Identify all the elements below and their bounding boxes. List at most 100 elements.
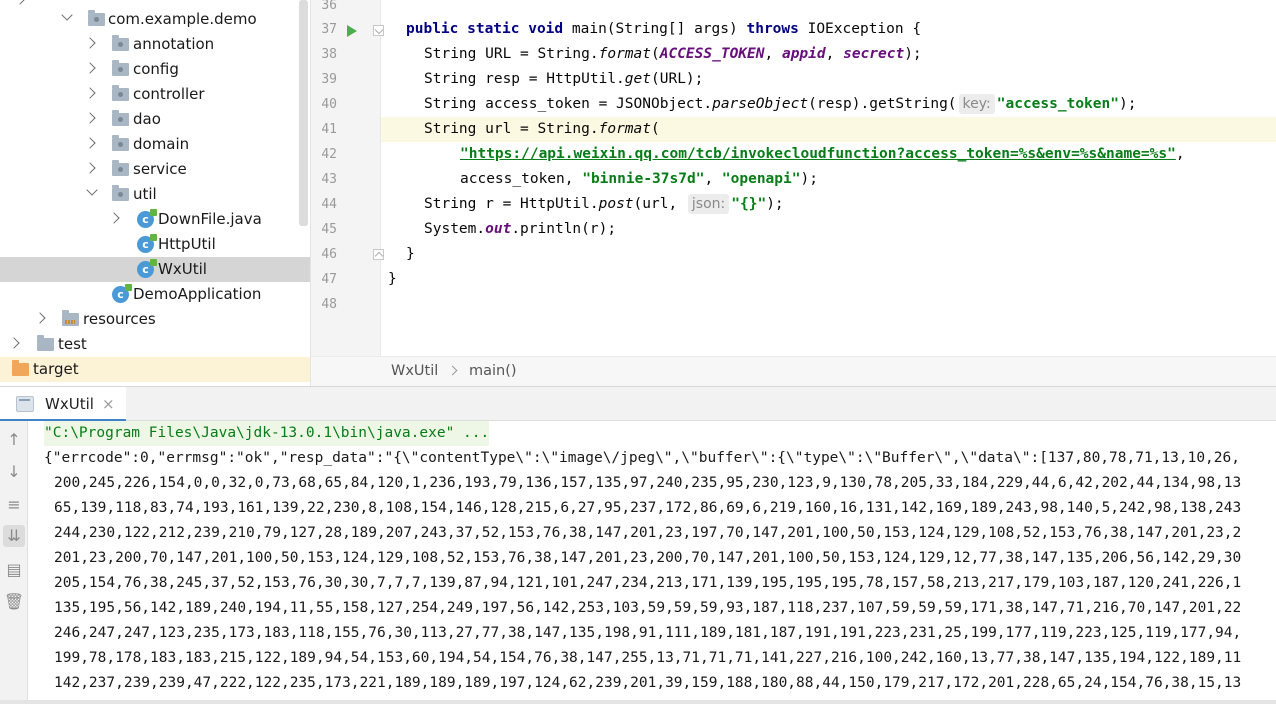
tree-item-httputil[interactable]: c HttpUtil <box>0 232 310 257</box>
code-token: .println(r); <box>511 221 617 237</box>
tree-item-label: test <box>58 335 87 353</box>
code-line-40[interactable]: String access_token = JSONObject.parseOb… <box>381 92 1276 117</box>
scroll-to-end-icon[interactable]: ⇊ <box>3 525 25 547</box>
tree-item-controller[interactable]: controller <box>0 82 310 107</box>
line-number: 40 <box>321 97 337 112</box>
code-line-37[interactable]: public static void main(String[] args) t… <box>381 17 1276 42</box>
run-main-icon[interactable] <box>347 25 357 37</box>
console-command-line: "C:\Program Files\Java\jdk-13.0.1\bin\ja… <box>44 421 490 446</box>
code-token: ); <box>766 196 784 212</box>
code-line-39[interactable]: String resp = HttpUtil.get(URL); <box>381 67 1276 92</box>
tree-item-label: DemoApplication <box>133 285 262 303</box>
tree-item-label: HttpUtil <box>158 235 216 253</box>
line-number: 43 <box>321 172 337 187</box>
tree-item-config[interactable]: config <box>0 57 310 82</box>
console-output[interactable]: "C:\Program Files\Java\jdk-13.0.1\bin\ja… <box>28 421 1276 704</box>
chevron-right-icon[interactable] <box>14 0 26 5</box>
code-token: (resp).getString( <box>808 96 957 112</box>
console-line: 199,78,178,183,183,215,122,189,94,54,153… <box>54 650 1242 666</box>
console-line: 246,247,247,123,235,173,183,118,155,76,3… <box>54 625 1242 641</box>
code-token: String r = HttpUtil. <box>424 196 599 212</box>
up-arrow-icon[interactable]: ↑ <box>3 429 25 451</box>
tree-item-package-root[interactable]: com.example.demo <box>0 7 310 32</box>
horizontal-scrollbar[interactable] <box>0 700 1276 704</box>
tree-item-domain[interactable]: domain <box>0 132 310 157</box>
code-token-string: "binnie-37s7d" <box>582 171 705 187</box>
run-tab-bar: WxUtil × <box>0 386 1276 422</box>
chevron-right-icon[interactable] <box>34 312 46 324</box>
tree-item-label: com.example.demo <box>108 10 257 28</box>
code-token: String access_token = JSONObject. <box>424 96 713 112</box>
chevron-right-icon[interactable] <box>84 137 96 149</box>
tree-item-wxutil[interactable]: c WxUtil <box>0 257 310 282</box>
tree-scrollbar[interactable] <box>299 0 308 226</box>
console-line: 142,237,239,239,47,222,122,235,173,221,1… <box>54 675 1242 691</box>
chevron-right-icon[interactable] <box>8 337 20 349</box>
close-icon[interactable]: × <box>102 395 115 413</box>
code-token-static-field: out <box>485 221 512 237</box>
tree-item-label: config <box>133 60 179 78</box>
chevron-right-icon[interactable] <box>108 212 120 224</box>
tree-item-annotation[interactable]: annotation <box>0 32 310 57</box>
code-line-46[interactable]: } <box>381 242 1276 267</box>
tree-item-util[interactable]: util <box>0 182 310 207</box>
down-arrow-icon[interactable]: ↓ <box>3 461 25 483</box>
line-number: 47 <box>321 272 337 287</box>
package-folder-icon <box>112 160 129 176</box>
tree-item-service[interactable]: service <box>0 157 310 182</box>
tree-item-label: service <box>133 160 187 178</box>
java-class-icon: c <box>137 259 157 278</box>
tree-item-demoapplication[interactable]: c DemoApplication <box>0 282 310 307</box>
run-tab-wxutil[interactable]: WxUtil × <box>0 387 126 422</box>
code-token: ); <box>800 171 818 187</box>
tree-item-test[interactable]: test <box>0 332 310 357</box>
package-folder-icon <box>112 110 129 126</box>
breadcrumb-class[interactable]: WxUtil <box>391 363 438 379</box>
tree-item-dao[interactable]: dao <box>0 107 310 132</box>
print-icon[interactable]: ▤ <box>3 559 25 581</box>
code-editor[interactable]: 36 37 38 39 40 41 42 43 44 45 46 47 48 p… <box>310 0 1276 386</box>
code-line-42[interactable]: "https://api.weixin.qq.com/tcb/invokeclo… <box>381 142 1276 167</box>
parameter-hint: json: <box>687 194 730 214</box>
line-number: 44 <box>321 197 337 212</box>
line-number: 45 <box>321 222 337 237</box>
console-line: 65,139,118,83,74,193,161,139,22,230,8,10… <box>54 500 1242 516</box>
code-token: (URL); <box>651 71 704 87</box>
console-line: {"errcode":0,"errmsg":"ok","resp_data":"… <box>44 450 1240 466</box>
soft-wrap-icon[interactable]: ≡ <box>3 494 25 516</box>
code-line-45[interactable]: System.out.println(r); <box>381 217 1276 242</box>
code-token-constant: ACCESS_TOKEN <box>659 46 765 62</box>
parameter-hint: key: <box>958 94 995 114</box>
tree-item-label: WxUtil <box>158 260 207 278</box>
code-line-43[interactable]: access_token, "binnie-37s7d", "openapi")… <box>381 167 1276 192</box>
code-line-38[interactable]: String URL = String.format(ACCESS_TOKEN,… <box>381 42 1276 67</box>
editor-gutter: 36 37 38 39 40 41 42 43 44 45 46 47 48 <box>311 0 384 356</box>
run-tab-label: WxUtil <box>45 395 94 413</box>
code-line-41-current[interactable]: String url = String.format( <box>381 117 1276 142</box>
chevron-right-icon[interactable] <box>84 112 96 124</box>
tree-item-target[interactable]: target <box>0 357 310 382</box>
breadcrumb-method[interactable]: main() <box>469 363 517 379</box>
code-token-constant: secrect <box>843 46 905 62</box>
code-line-44[interactable]: String r = HttpUtil.post(url, json: "{}")… <box>381 192 1276 217</box>
chevron-down-icon[interactable] <box>61 9 73 21</box>
trash-icon[interactable]: 🗑 <box>3 591 25 613</box>
tree-item-resources[interactable]: resources <box>0 307 310 332</box>
project-tree: com.example.demo annotation config contr… <box>0 0 310 386</box>
console-icon <box>16 396 34 412</box>
chevron-right-icon[interactable] <box>84 87 96 99</box>
line-number: 37 <box>321 22 337 37</box>
code-token: ); <box>1118 96 1137 112</box>
code-token-method: post <box>598 196 634 212</box>
code-line-47[interactable]: } <box>381 267 1276 292</box>
tree-item-downfile[interactable]: c DownFile.java <box>0 207 310 232</box>
code-token: System. <box>424 221 486 237</box>
resources-folder-icon <box>62 310 79 326</box>
tree-item-label: resources <box>83 310 156 328</box>
chevron-right-icon[interactable] <box>84 162 96 174</box>
code-token-string: "openapi" <box>721 171 801 187</box>
chevron-down-icon[interactable] <box>86 184 98 196</box>
chevron-right-icon[interactable] <box>84 62 96 74</box>
code-token-url-string[interactable]: "https://api.weixin.qq.com/tcb/invokeclo… <box>460 146 1176 162</box>
chevron-right-icon[interactable] <box>84 37 96 49</box>
